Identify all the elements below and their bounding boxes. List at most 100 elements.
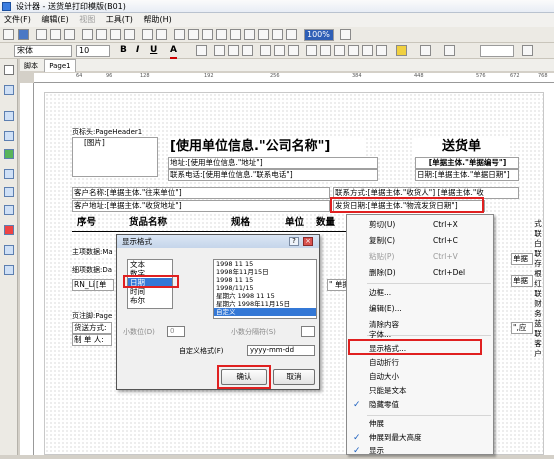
align-center-text-icon[interactable]	[228, 45, 239, 56]
delete-icon[interactable]	[124, 29, 135, 40]
menu-item-hide-zero[interactable]: ✓ 隐藏零值	[347, 397, 493, 413]
tab-script[interactable]: 脚本	[20, 60, 42, 72]
category-item[interactable]: 布尔	[128, 296, 172, 305]
border-all-icon[interactable]	[362, 45, 373, 56]
grid-icon[interactable]	[202, 29, 213, 40]
barcode-tool-icon[interactable]	[4, 205, 14, 215]
border-none-icon[interactable]	[376, 45, 387, 56]
menu-view[interactable]: 视图	[75, 13, 99, 27]
chart-icon[interactable]	[244, 29, 255, 40]
phone-field[interactable]: 联系电话:[使用单位信息."联系电话"]	[168, 169, 378, 181]
format-item[interactable]: 1998 11 15	[214, 276, 316, 284]
right-cell-3[interactable]: ",应	[511, 322, 533, 334]
col-name-header[interactable]: 货品名称	[129, 216, 167, 230]
menu-edit[interactable]: 编辑(E)	[37, 13, 72, 27]
border-bottom-icon[interactable]	[320, 45, 331, 56]
select-tool-icon[interactable]	[4, 65, 14, 75]
maker-field[interactable]: 制 单 人:	[72, 334, 112, 346]
right-cell-1[interactable]: 单据	[511, 253, 533, 265]
barcode-icon[interactable]	[258, 29, 269, 40]
detail-cell-field[interactable]: [单	[94, 279, 114, 291]
format-item[interactable]: 星期六 1998 11 15	[214, 292, 316, 300]
copy-icon[interactable]	[96, 29, 107, 40]
format-item[interactable]: 1998 11 15	[214, 260, 316, 268]
font-color-button[interactable]: A	[170, 44, 177, 59]
format-list[interactable]: 1998 11 15 1998年11月15日 1998 11 15 1998/1…	[213, 259, 317, 319]
tab-page1[interactable]: Page1	[44, 59, 76, 72]
ship-method-field[interactable]: 货送方式:	[72, 322, 112, 334]
menu-item-edit[interactable]: 编辑(E)...	[347, 301, 493, 317]
menu-tools[interactable]: 工具(T)	[102, 13, 137, 27]
menu-item-border[interactable]: 边框...	[347, 285, 493, 301]
zoom-select[interactable]: 100%	[304, 29, 334, 41]
text-tool-icon[interactable]	[4, 85, 14, 95]
toolbar-options-icon[interactable]	[522, 45, 533, 56]
line-color-icon[interactable]	[420, 45, 431, 56]
font-name-select[interactable]: 宋体	[14, 45, 72, 57]
redo-icon[interactable]	[156, 29, 167, 40]
band-tool-icon[interactable]	[4, 111, 14, 121]
col-no-header[interactable]: 序号	[77, 216, 96, 230]
frame-icon[interactable]	[444, 45, 455, 56]
category-item[interactable]: 时间	[128, 287, 172, 296]
fill-color-icon[interactable]	[396, 45, 407, 56]
border-right-icon[interactable]	[348, 45, 359, 56]
company-title-field[interactable]: [使用单位信息."公司名称"]	[168, 137, 364, 157]
customer-field[interactable]: 客户名称:[单据主体."往来单位"]	[72, 187, 330, 199]
col-qty-header[interactable]: 数量	[316, 216, 335, 230]
page-footer-band-label[interactable]: 页注脚:Page	[72, 312, 113, 321]
format-item-selected[interactable]: 自定义	[214, 308, 316, 316]
align-right-text-icon[interactable]	[242, 45, 253, 56]
cancel-button[interactable]: 取消	[273, 369, 315, 385]
paste-icon[interactable]	[110, 29, 121, 40]
help-icon[interactable]: ?	[289, 237, 299, 246]
menu-item-delete[interactable]: 删除(D) Ctrl+Del	[347, 265, 493, 281]
doc-no-field[interactable]: [单据主体."单据编号"]	[415, 157, 519, 169]
menu-item-cut[interactable]: 剪切(U) Ctrl+X	[347, 217, 493, 233]
new-icon[interactable]	[3, 29, 14, 40]
border-left-icon[interactable]	[334, 45, 345, 56]
valign-middle-icon[interactable]	[274, 45, 285, 56]
subreport-tool-icon[interactable]	[4, 169, 14, 179]
picture-box[interactable]: [图片]	[72, 137, 158, 177]
line-width-select[interactable]	[480, 45, 514, 57]
main-band-label[interactable]: 主项数据:Ma	[72, 248, 113, 257]
page-header-band-label[interactable]: 页标头:PageHeader1	[72, 128, 143, 137]
format-item[interactable]: 1998年11月15日	[214, 268, 316, 276]
menu-help[interactable]: 帮助(H)	[139, 13, 175, 27]
detail-band-label[interactable]: 细项数据:Da	[72, 266, 113, 275]
copy-labels[interactable]: 式 联 白 联 存 根 红 联 财 务 蓝 联 客 户	[533, 219, 543, 359]
align-center-icon[interactable]	[188, 29, 199, 40]
bold-button[interactable]: B	[120, 44, 127, 57]
highlight-icon[interactable]	[196, 45, 207, 56]
align-left-text-icon[interactable]	[214, 45, 225, 56]
image-icon[interactable]	[272, 29, 283, 40]
richtext-tool-icon[interactable]	[4, 245, 14, 255]
border-top-icon[interactable]	[306, 45, 317, 56]
print-icon[interactable]	[36, 29, 47, 40]
custom-format-input[interactable]: yyyy-mm-dd	[247, 345, 315, 356]
undo-icon[interactable]	[142, 29, 153, 40]
table-icon[interactable]	[230, 29, 241, 40]
separator-input[interactable]	[301, 326, 315, 337]
col-spec-header[interactable]: 规格	[231, 216, 250, 230]
menu-item-paste[interactable]: 粘贴(P) Ctrl+V	[347, 249, 493, 265]
right-cell-2[interactable]: 单据	[511, 275, 533, 287]
doc-title[interactable]: 送货单	[413, 137, 509, 157]
category-item[interactable]: 文本	[128, 260, 172, 269]
date-field[interactable]: 日期:[单据主体."单据日期"]	[415, 169, 519, 181]
col-unit-header[interactable]: 单位	[285, 216, 304, 230]
format-item[interactable]: 1998/11/15	[214, 284, 316, 292]
line-tool-icon[interactable]	[4, 187, 14, 197]
address-field[interactable]: 地址:[使用单位信息."地址"]	[168, 157, 378, 169]
chart-tool-icon[interactable]	[4, 225, 14, 235]
save-icon[interactable]	[18, 29, 29, 40]
decimals-input[interactable]: 0	[167, 326, 185, 337]
italic-button[interactable]: I	[136, 44, 139, 57]
cut-icon[interactable]	[82, 29, 93, 40]
menu-item-visible[interactable]: ✓ 显示	[347, 443, 493, 459]
font-size-select[interactable]: 10	[76, 45, 110, 57]
menu-file[interactable]: 文件(F)	[0, 13, 35, 27]
shape-tool-icon[interactable]	[4, 149, 14, 159]
image-tool-icon[interactable]	[4, 131, 14, 141]
